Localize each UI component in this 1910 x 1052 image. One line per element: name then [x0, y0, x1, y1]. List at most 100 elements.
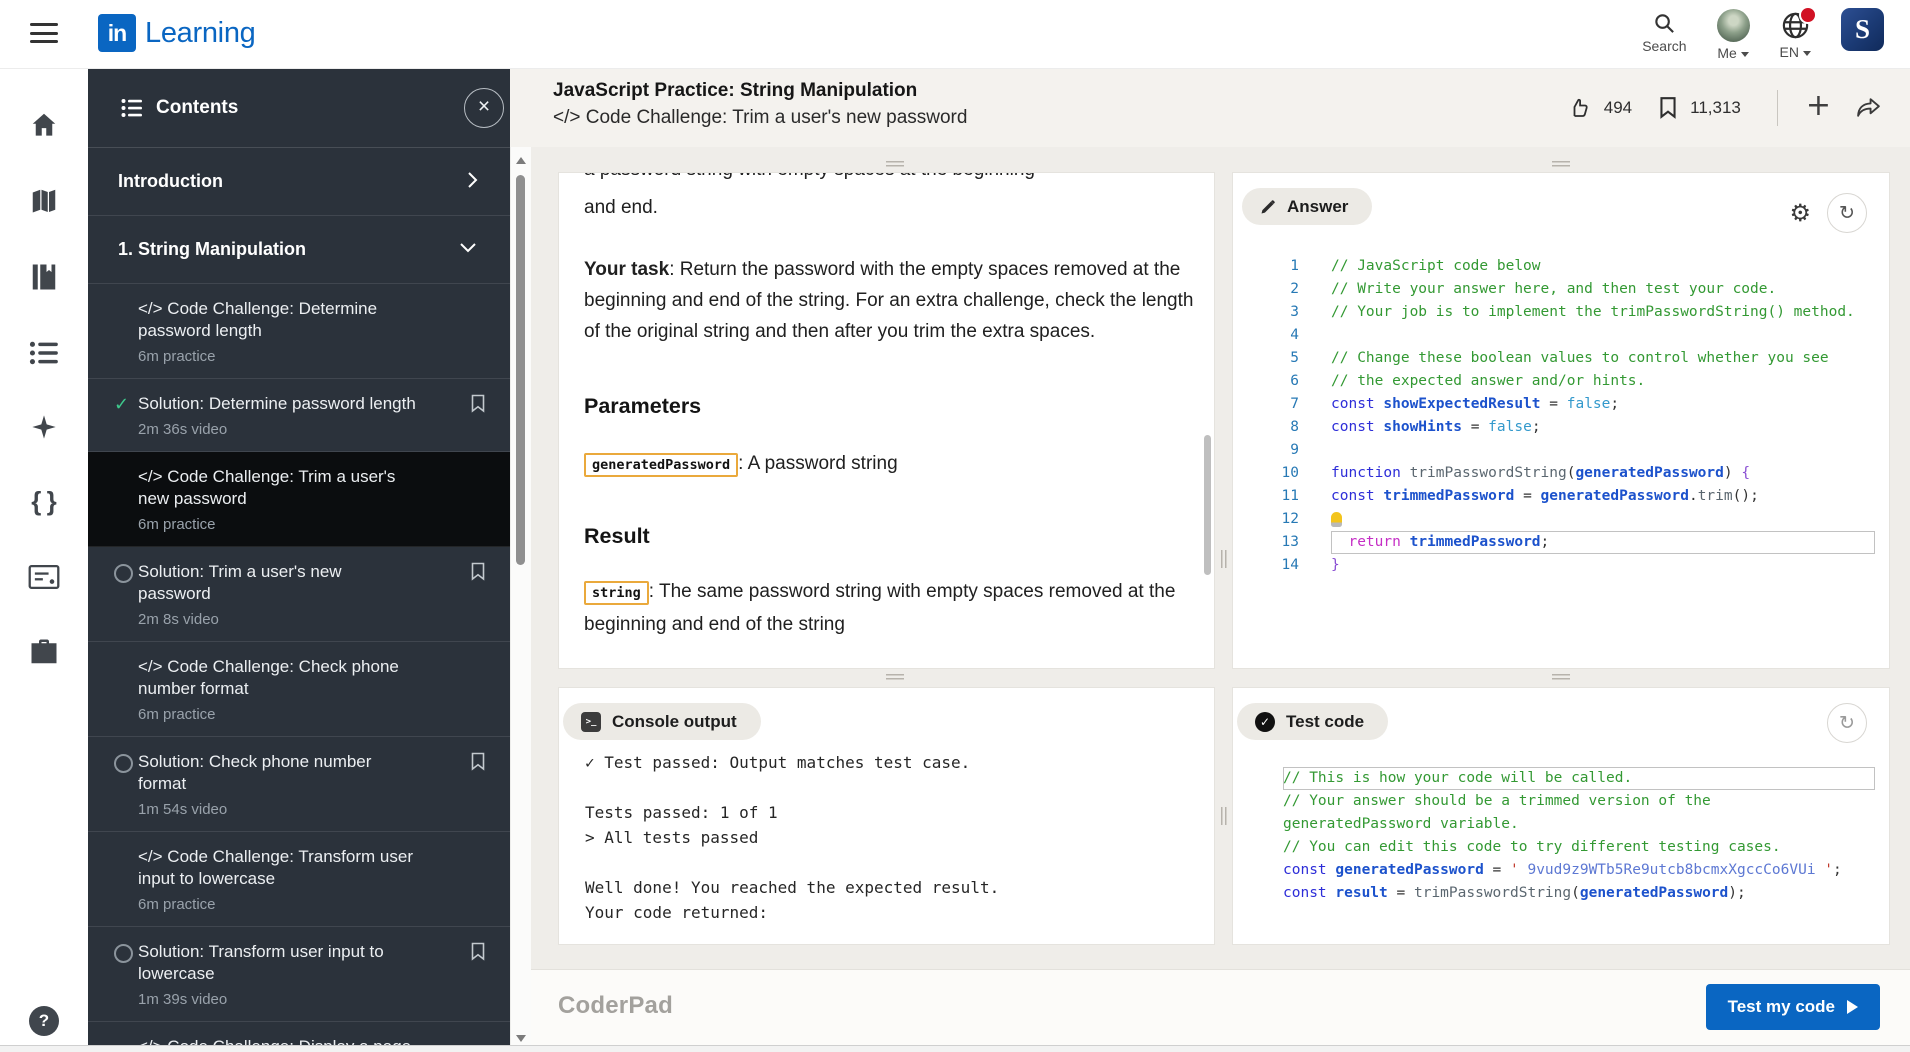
- extension-s-icon[interactable]: S: [1841, 8, 1884, 51]
- reset-test-code-button[interactable]: ↻: [1827, 703, 1867, 743]
- left-icon-rail: { } ?: [0, 68, 88, 1052]
- code-line[interactable]: 6// the expected answer and/or hints.: [1233, 370, 1887, 393]
- contents-list-icon: [121, 98, 142, 117]
- splitter-grip[interactable]: [1552, 161, 1570, 168]
- line-number: 11: [1281, 488, 1299, 504]
- item-meta: 1m 39s video: [138, 991, 228, 1008]
- code-line[interactable]: 3// Your job is to implement the trimPas…: [1233, 301, 1887, 324]
- splitter-grip[interactable]: [1221, 550, 1228, 568]
- instructions-scrollbar-thumb[interactable]: [1204, 435, 1211, 575]
- help-button[interactable]: ?: [29, 1006, 59, 1036]
- item-meta: 6m practice: [138, 896, 216, 913]
- code-line[interactable]: const result = trimPasswordString(genera…: [1233, 882, 1887, 905]
- splitter-grip[interactable]: [886, 674, 904, 681]
- list-icon[interactable]: [29, 340, 59, 366]
- code-line[interactable]: 9: [1233, 439, 1887, 462]
- bookmark-button[interactable]: [470, 752, 486, 771]
- brand-text: Learning: [145, 16, 256, 49]
- code-line[interactable]: // Your answer should be a trimmed versi…: [1233, 790, 1887, 813]
- code-braces-icon[interactable]: { }: [31, 486, 56, 517]
- share-icon[interactable]: [1855, 96, 1882, 120]
- library-book-icon[interactable]: [30, 262, 58, 292]
- hint-lightbulb-icon[interactable]: [1331, 512, 1342, 527]
- test-code-editor[interactable]: // This is how your code will be called.…: [1233, 767, 1887, 905]
- code-line[interactable]: generatedPassword variable.: [1233, 813, 1887, 836]
- code-line[interactable]: // This is how your code will be called.: [1233, 767, 1887, 790]
- language-menu[interactable]: EN: [1780, 5, 1817, 60]
- certificate-icon[interactable]: [28, 564, 60, 590]
- code-line[interactable]: 8 const showHints = false;: [1233, 416, 1887, 439]
- map-icon[interactable]: [29, 186, 59, 216]
- splitter-grip[interactable]: [1221, 807, 1228, 825]
- linkedin-learning-logo[interactable]: in Learning: [98, 14, 256, 52]
- line-number: 3: [1290, 304, 1299, 320]
- line-number: 2: [1290, 281, 1299, 297]
- like-icon[interactable]: [1568, 96, 1592, 120]
- settings-gear-icon[interactable]: ⚙: [1789, 201, 1811, 225]
- contents-header: Contents ×: [88, 68, 510, 148]
- bookmark-icon[interactable]: [1658, 96, 1678, 120]
- close-sidebar-button[interactable]: ×: [464, 88, 504, 128]
- chevron-down-icon: [1740, 51, 1749, 57]
- scroll-up-arrow-icon[interactable]: [516, 157, 526, 164]
- line-number: 6: [1290, 373, 1299, 389]
- code-line[interactable]: 14}: [1233, 554, 1887, 577]
- sidebar-item-active[interactable]: </> Code Challenge: Trim a user's new pa…: [88, 452, 510, 547]
- code-line[interactable]: // You can edit this code to try differe…: [1233, 836, 1887, 859]
- sidebar-item[interactable]: ✓ Solution: Determine password length 2m 3…: [88, 379, 510, 452]
- task-paragraph: Your task: Return the password with the …: [584, 259, 1194, 342]
- sidebar-item[interactable]: Solution: Transform user input to lowerc…: [88, 927, 510, 1022]
- sidebar-item[interactable]: </> Code Challenge: Determine password l…: [88, 284, 510, 379]
- code-line[interactable]: 10 function trimPasswordString(generatedP…: [1233, 462, 1887, 485]
- scrollbar-thumb[interactable]: [516, 175, 525, 565]
- test-code-tab[interactable]: ✓ Test code: [1237, 703, 1389, 740]
- test-my-code-button[interactable]: Test my code: [1705, 984, 1880, 1030]
- sidebar-item[interactable]: </> Code Challenge: Check phone number f…: [88, 642, 510, 737]
- bookmark-button[interactable]: [470, 562, 486, 581]
- console-output-text: ✓ Test passed: Output matches test case.…: [585, 753, 1000, 922]
- hamburger-menu-icon[interactable]: [30, 23, 58, 45]
- code-line[interactable]: 13 return trimmedPassword;: [1233, 531, 1887, 554]
- reset-code-button[interactable]: ↻: [1827, 193, 1867, 233]
- sidebar-item[interactable]: Solution: Check phone number format 1m 54…: [88, 737, 510, 832]
- console-output-tab[interactable]: >_ Console output: [563, 703, 761, 740]
- search-button[interactable]: Search: [1642, 5, 1687, 54]
- splitter-grip[interactable]: [1552, 674, 1570, 681]
- sidebar-item[interactable]: </> Code Challenge: Transform user input…: [88, 832, 510, 927]
- item-meta: 1m 54s video: [138, 801, 228, 818]
- splitter-grip[interactable]: [886, 161, 904, 168]
- answer-panel: Answer ⚙ ↻ 1// JavaScript code below 2// …: [1232, 172, 1890, 669]
- sparkle-ai-icon[interactable]: [30, 413, 58, 441]
- item-title: Solution: Transform user input to lowerc…: [138, 942, 384, 983]
- me-menu[interactable]: Me: [1716, 5, 1750, 61]
- scroll-down-arrow-icon[interactable]: [516, 1035, 526, 1042]
- contents-list: </> Code Challenge: Determine password l…: [88, 284, 510, 1052]
- code-line[interactable]: 4: [1233, 324, 1887, 347]
- bookmark-button[interactable]: [470, 942, 486, 961]
- play-icon: [1847, 1000, 1858, 1014]
- briefcase-icon[interactable]: [29, 638, 59, 666]
- code-line[interactable]: 1// JavaScript code below: [1233, 255, 1887, 278]
- sidebar-scrollbar[interactable]: [510, 147, 531, 1052]
- lesson-toolbar: JavaScript Practice: String Manipulation…: [510, 68, 1910, 147]
- sidebar-item[interactable]: Solution: Trim a user's new password 2m 8…: [88, 547, 510, 642]
- answer-tab[interactable]: Answer: [1242, 188, 1373, 225]
- code-line[interactable]: 2// Write your answer here, and then tes…: [1233, 278, 1887, 301]
- code-line[interactable]: const generatedPassword = ' 9vud9z9WTb5R…: [1233, 859, 1887, 882]
- code-line[interactable]: 11 const trimmedPassword = generatedPassw…: [1233, 485, 1887, 508]
- answer-code-editor[interactable]: 1// JavaScript code below 2// Write your …: [1233, 255, 1887, 577]
- code-line[interactable]: 12: [1233, 508, 1887, 531]
- code-line[interactable]: 5// Change these boolean values to contr…: [1233, 347, 1887, 370]
- linkedin-in-icon: in: [98, 14, 136, 52]
- coderpad-logo: CoderPad: [558, 992, 673, 1019]
- bookmark-icon: [471, 394, 485, 413]
- bookmark-button[interactable]: [470, 394, 486, 413]
- top-header: in Learning Search Me EN S: [0, 0, 1910, 69]
- section-string-manipulation[interactable]: 1. String Manipulation: [88, 216, 510, 284]
- section-introduction[interactable]: Introduction: [88, 148, 510, 216]
- home-icon[interactable]: [29, 110, 59, 140]
- add-button[interactable]: +: [1806, 88, 1831, 123]
- code-line[interactable]: 7 const showExpectedResult = false;: [1233, 393, 1887, 416]
- bookmark-icon: [471, 752, 485, 771]
- item-title: </> Code Challenge: Determine password l…: [138, 299, 378, 340]
